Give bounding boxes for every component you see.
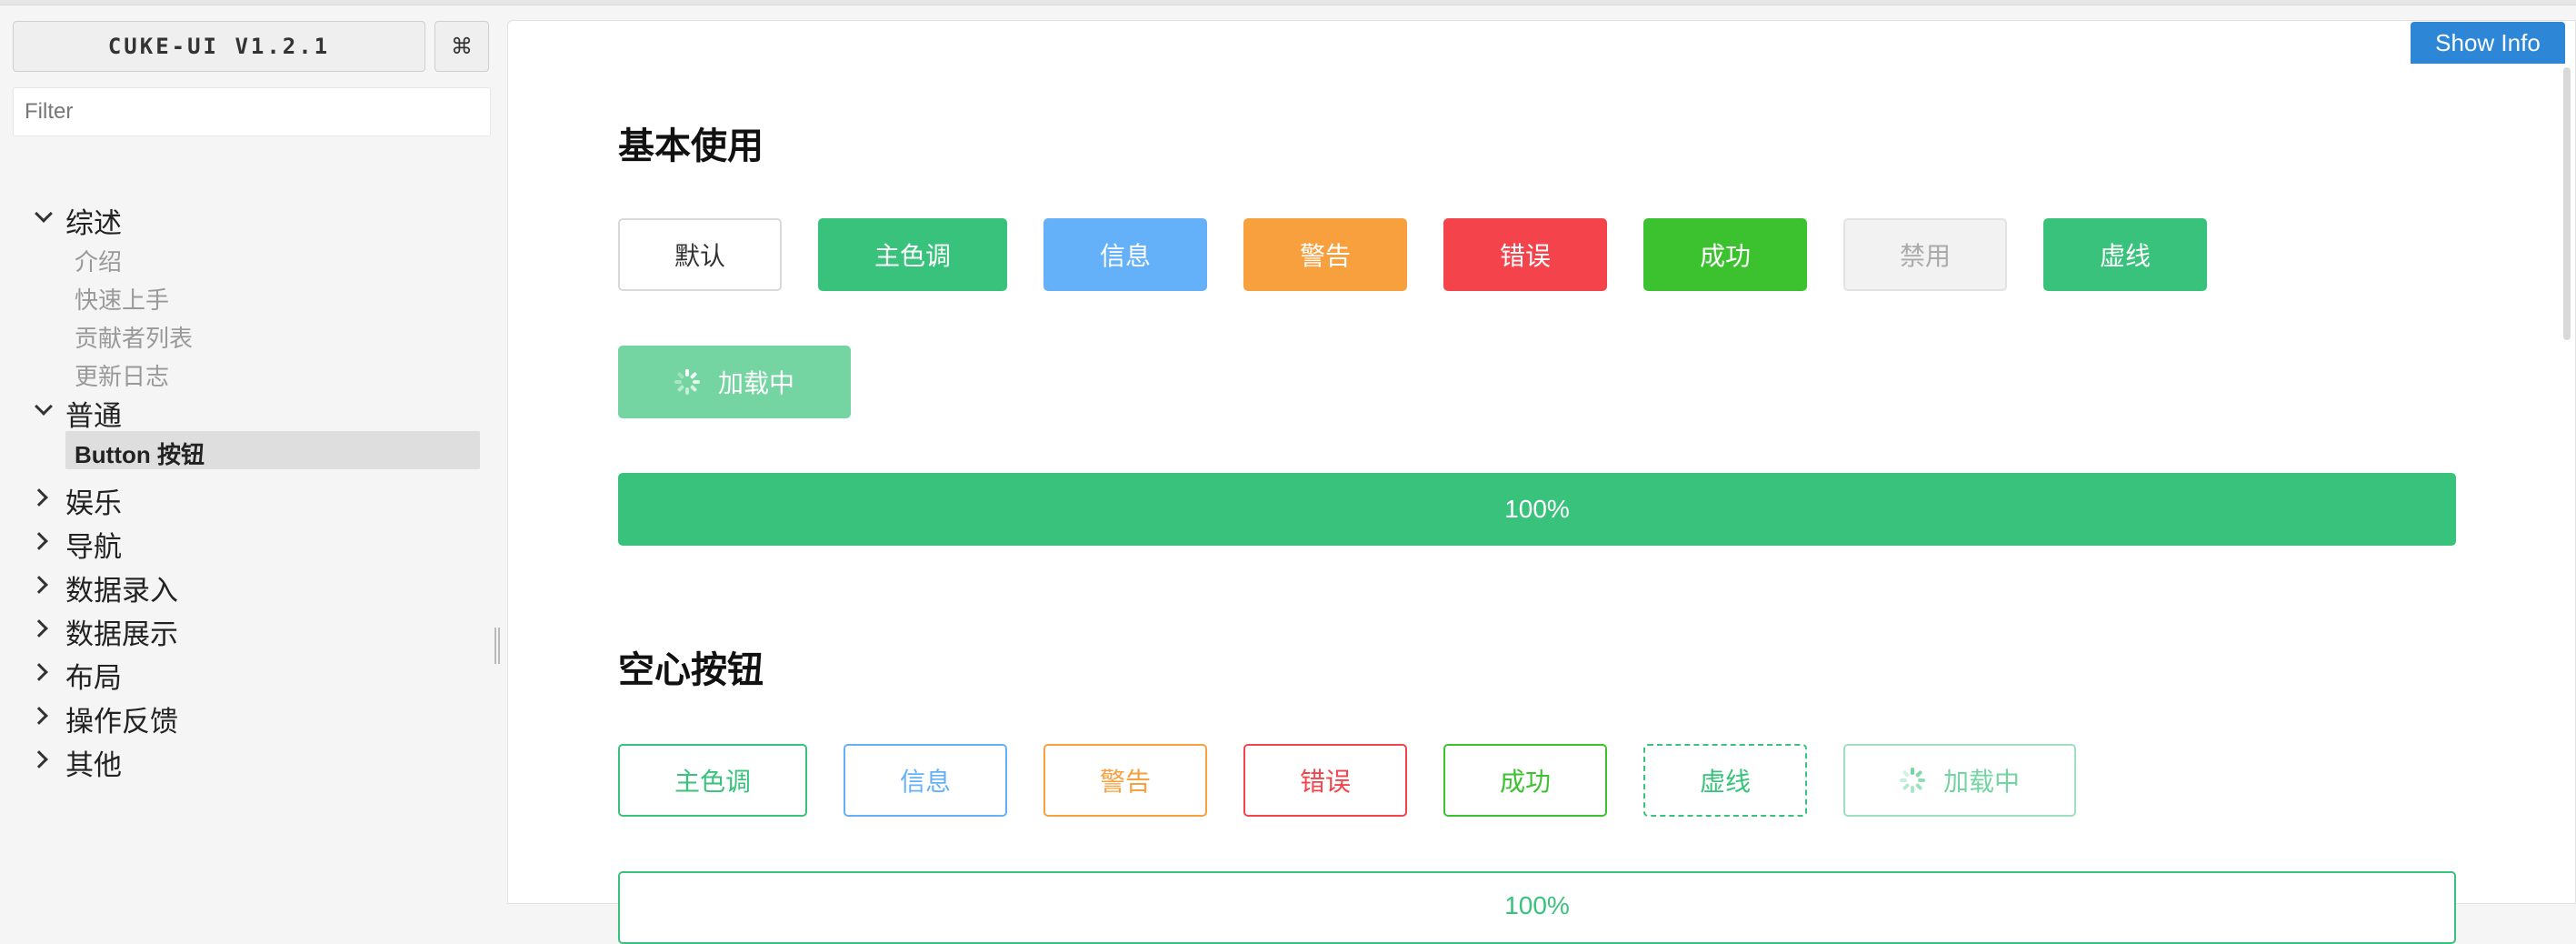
- sidebar-item-label: 介绍: [75, 248, 123, 276]
- chevron-right-icon: [30, 663, 48, 681]
- sidebar-group-label: 普通: [65, 400, 122, 432]
- sidebar-group-label: 综述: [65, 207, 122, 239]
- loading-spinner-icon: [1899, 768, 1925, 793]
- sidebar-group-navigation[interactable]: 导航: [0, 522, 505, 563]
- chevron-right-icon: [30, 619, 48, 638]
- sidebar-group-other[interactable]: 其他: [0, 740, 505, 781]
- sidebar-item-label: 快速上手: [75, 286, 170, 314]
- sidebar-group-label: 布局: [65, 662, 122, 694]
- scrollbar-thumb[interactable]: [2563, 67, 2571, 340]
- outline-dashed-button[interactable]: 虚线: [1643, 744, 1807, 817]
- sidebar-resize-handle[interactable]: [494, 628, 500, 664]
- sidebar-group-overview[interactable]: 综述: [0, 198, 505, 239]
- sidebar-group-entertainment[interactable]: 娱乐: [0, 478, 505, 519]
- section-title-basic: 基本使用: [618, 126, 764, 166]
- sidebar-item-label: 更新日志: [75, 363, 170, 390]
- chevron-down-icon: [35, 205, 53, 223]
- sidebar-group-data-display[interactable]: 数据展示: [0, 609, 505, 650]
- sidebar-group-label: 操作反馈: [65, 706, 178, 738]
- filter-input[interactable]: [13, 87, 491, 136]
- sidebar-group-label: 其他: [65, 749, 122, 781]
- info-button[interactable]: 信息: [1043, 218, 1207, 291]
- sidebar-item-label: 贡献者列表: [75, 325, 194, 352]
- sidebar: CUKE-UI V1.2.1 ⌘ 综述 介绍 快速上手 贡献者列表 更新日志 普…: [0, 5, 505, 904]
- loading-button[interactable]: 加载中: [618, 346, 851, 418]
- outline-warning-button[interactable]: 警告: [1043, 744, 1207, 817]
- disabled-button: 禁用: [1843, 218, 2007, 291]
- sidebar-group-label: 导航: [65, 531, 122, 563]
- outline-loading-button[interactable]: 加载中: [1843, 744, 2076, 817]
- chevron-down-icon: [35, 397, 53, 416]
- loading-spinner-icon: [674, 369, 700, 395]
- section-title-outline: 空心按钮: [618, 650, 764, 690]
- sidebar-item-quick-start[interactable]: 快速上手: [0, 276, 505, 315]
- sidebar-group-data-entry[interactable]: 数据录入: [0, 566, 505, 607]
- show-info-button[interactable]: Show Info: [2411, 22, 2565, 64]
- chevron-right-icon: [30, 750, 48, 768]
- warning-button[interactable]: 警告: [1243, 218, 1407, 291]
- default-button[interactable]: 默认: [618, 218, 782, 291]
- chevron-right-icon: [30, 707, 48, 725]
- sidebar-group-label: 数据展示: [65, 618, 178, 650]
- primary-button[interactable]: 主色调: [818, 218, 1007, 291]
- success-button[interactable]: 成功: [1643, 218, 1807, 291]
- sidebar-group-label: 娱乐: [65, 487, 122, 519]
- command-icon[interactable]: ⌘: [434, 21, 489, 72]
- outline-loading-button-label: 加载中: [1942, 768, 2020, 796]
- error-button[interactable]: 错误: [1443, 218, 1607, 291]
- sidebar-item-button[interactable]: Button 按钮: [0, 431, 505, 469]
- sidebar-group-label: 数据录入: [65, 575, 178, 607]
- chevron-right-icon: [30, 532, 48, 550]
- outline-primary-button[interactable]: 主色调: [618, 744, 807, 817]
- outline-block-button[interactable]: 100%: [618, 871, 2456, 944]
- sidebar-group-general[interactable]: 普通: [0, 391, 505, 432]
- chevron-right-icon: [30, 488, 48, 507]
- outline-success-button[interactable]: 成功: [1443, 744, 1607, 817]
- sidebar-item-label: Button 按钮: [75, 441, 205, 468]
- sidebar-item-changelog[interactable]: 更新日志: [0, 353, 505, 391]
- outline-info-button[interactable]: 信息: [844, 744, 1007, 817]
- outline-error-button[interactable]: 错误: [1243, 744, 1407, 817]
- block-button[interactable]: 100%: [618, 473, 2456, 546]
- loading-button-label: 加载中: [717, 369, 794, 397]
- sidebar-group-layout[interactable]: 布局: [0, 653, 505, 694]
- chevron-right-icon: [30, 576, 48, 594]
- sidebar-item-intro[interactable]: 介绍: [0, 238, 505, 276]
- dashed-button[interactable]: 虚线: [2043, 218, 2207, 291]
- app-title[interactable]: CUKE-UI V1.2.1: [13, 21, 425, 72]
- sidebar-item-contributors[interactable]: 贡献者列表: [0, 315, 505, 353]
- sidebar-group-feedback[interactable]: 操作反馈: [0, 697, 505, 738]
